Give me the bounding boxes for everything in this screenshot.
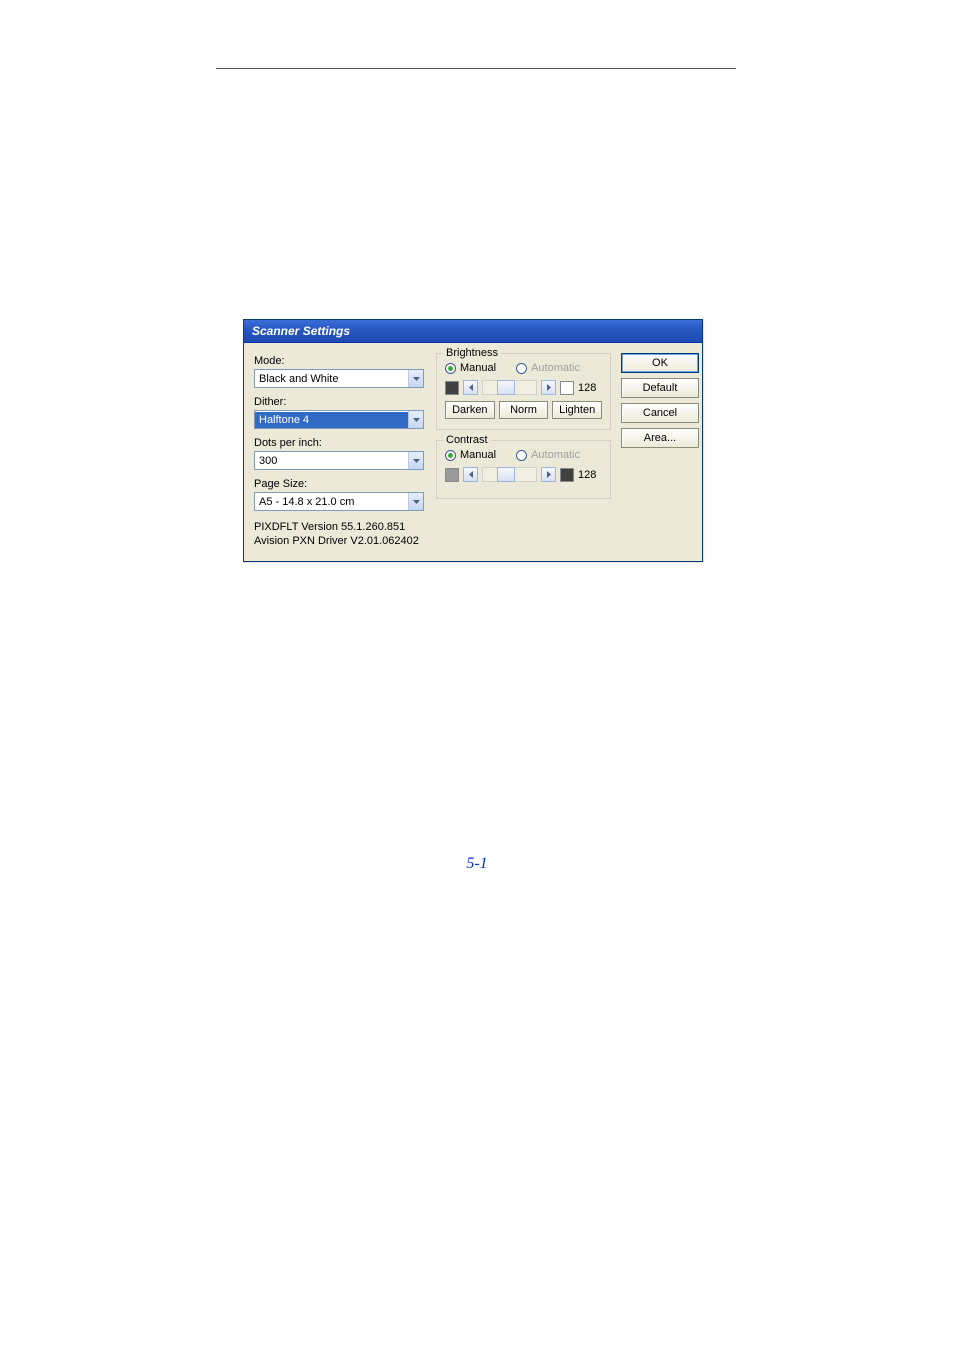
radio-icon	[516, 450, 527, 461]
gray-swatch	[445, 468, 459, 482]
dither-dropdown-button[interactable]	[408, 411, 423, 428]
dpi-dropdown-button[interactable]	[408, 452, 423, 469]
contrast-group: Contrast Manual Automatic	[436, 440, 611, 499]
radio-icon	[516, 363, 527, 374]
chevron-down-icon	[413, 418, 420, 422]
chevron-down-icon	[413, 500, 420, 504]
brightness-title: Brightness	[443, 347, 501, 359]
contrast-track[interactable]	[482, 467, 537, 482]
lighten-button[interactable]: Lighten	[552, 401, 602, 419]
darken-button[interactable]: Darken	[445, 401, 495, 419]
contrast-slider-row: 128	[445, 467, 602, 482]
contrast-radio-row: Manual Automatic	[445, 449, 602, 461]
triangle-left-icon	[469, 384, 473, 391]
brightness-automatic-label: Automatic	[531, 362, 580, 374]
brightness-automatic-radio: Automatic	[516, 362, 580, 374]
contrast-manual-radio[interactable]: Manual	[445, 449, 496, 461]
middle-column: Brightness Manual Automatic	[436, 353, 611, 549]
page-size-dropdown-button[interactable]	[408, 493, 423, 510]
dpi-label: Dots per inch:	[254, 437, 426, 449]
dither-label: Dither:	[254, 396, 426, 408]
page-size-label: Page Size:	[254, 478, 426, 490]
dpi-combo[interactable]: 300	[254, 451, 424, 470]
brightness-track[interactable]	[482, 380, 537, 395]
left-column: Mode: Black and White Dither: Halftone 4…	[254, 353, 426, 549]
brightness-manual-radio[interactable]: Manual	[445, 362, 496, 374]
chevron-down-icon	[413, 377, 420, 381]
mode-value: Black and White	[255, 371, 408, 387]
contrast-automatic-radio: Automatic	[516, 449, 580, 461]
page-size-combo[interactable]: A5 - 14.8 x 21.0 cm	[254, 492, 424, 511]
mode-label: Mode:	[254, 355, 426, 367]
version-info: PIXDFLT Version 55.1.260.851 Avision PXN…	[254, 521, 426, 549]
brightness-radio-row: Manual Automatic	[445, 362, 602, 374]
page-size-value: A5 - 14.8 x 21.0 cm	[255, 494, 408, 510]
right-column: OK Default Cancel Area...	[621, 353, 699, 549]
page-divider	[216, 68, 736, 69]
brightness-value: 128	[578, 382, 602, 394]
brightness-slider-row: 128	[445, 380, 602, 395]
dialog-body: Mode: Black and White Dither: Halftone 4…	[244, 343, 702, 561]
contrast-title: Contrast	[443, 434, 491, 446]
area-button[interactable]: Area...	[621, 428, 699, 448]
contrast-manual-label: Manual	[460, 449, 496, 461]
mode-combo[interactable]: Black and White	[254, 369, 424, 388]
brightness-scroll-right[interactable]	[541, 380, 556, 395]
dark-swatch	[560, 468, 574, 482]
default-button[interactable]: Default	[621, 378, 699, 398]
dialog-title: Scanner Settings	[252, 324, 350, 338]
brightness-thumb[interactable]	[497, 380, 515, 395]
dark-swatch	[445, 381, 459, 395]
cancel-button[interactable]: Cancel	[621, 403, 699, 423]
contrast-scroll-left[interactable]	[463, 467, 478, 482]
contrast-scroll-right[interactable]	[541, 467, 556, 482]
contrast-automatic-label: Automatic	[531, 449, 580, 461]
dpi-value: 300	[255, 453, 408, 469]
chevron-down-icon	[413, 459, 420, 463]
brightness-group: Brightness Manual Automatic	[436, 353, 611, 430]
scanner-settings-dialog: Scanner Settings Mode: Black and White D…	[243, 319, 703, 562]
norm-button[interactable]: Norm	[499, 401, 549, 419]
page-number: 5-1	[0, 855, 954, 873]
version-line-1: PIXDFLT Version 55.1.260.851	[254, 521, 426, 535]
brightness-manual-label: Manual	[460, 362, 496, 374]
radio-icon	[445, 363, 456, 374]
brightness-scroll-left[interactable]	[463, 380, 478, 395]
triangle-right-icon	[547, 471, 551, 478]
radio-icon	[445, 450, 456, 461]
dialog-titlebar[interactable]: Scanner Settings	[244, 320, 702, 343]
dither-combo[interactable]: Halftone 4	[254, 410, 424, 429]
light-swatch	[560, 381, 574, 395]
contrast-thumb[interactable]	[497, 467, 515, 482]
mode-dropdown-button[interactable]	[408, 370, 423, 387]
brightness-preset-row: Darken Norm Lighten	[445, 401, 602, 419]
ok-button[interactable]: OK	[621, 353, 699, 373]
version-line-2: Avision PXN Driver V2.01.062402	[254, 535, 426, 549]
contrast-value: 128	[578, 469, 602, 481]
triangle-left-icon	[469, 471, 473, 478]
dither-value: Halftone 4	[255, 412, 408, 428]
triangle-right-icon	[547, 384, 551, 391]
